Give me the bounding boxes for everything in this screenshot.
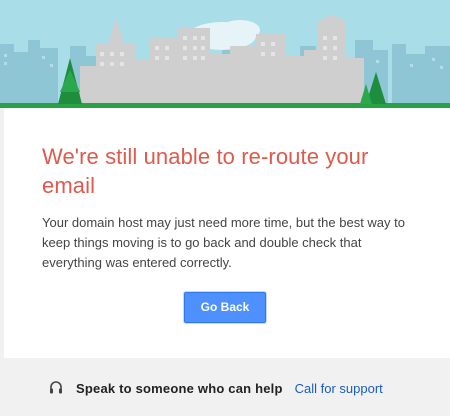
speak-label: Speak to someone who can help	[76, 380, 283, 396]
call-for-support-link[interactable]: Call for support	[295, 381, 383, 396]
error-dialog: We're still unable to re-route your emai…	[0, 0, 450, 416]
action-row: Go Back	[0, 292, 450, 323]
support-footer: Speak to someone who can help Call for s…	[0, 358, 450, 416]
city-skyline-illustration	[0, 0, 450, 108]
support-row: Speak to someone who can help Call for s…	[48, 379, 383, 397]
error-title: We're still unable to re-route your emai…	[42, 144, 369, 198]
headset-icon	[48, 380, 64, 396]
error-description: Your domain host may just need more time…	[42, 215, 405, 270]
go-back-button[interactable]: Go Back	[184, 292, 266, 323]
message-content: We're still unable to re-route your emai…	[42, 142, 414, 273]
